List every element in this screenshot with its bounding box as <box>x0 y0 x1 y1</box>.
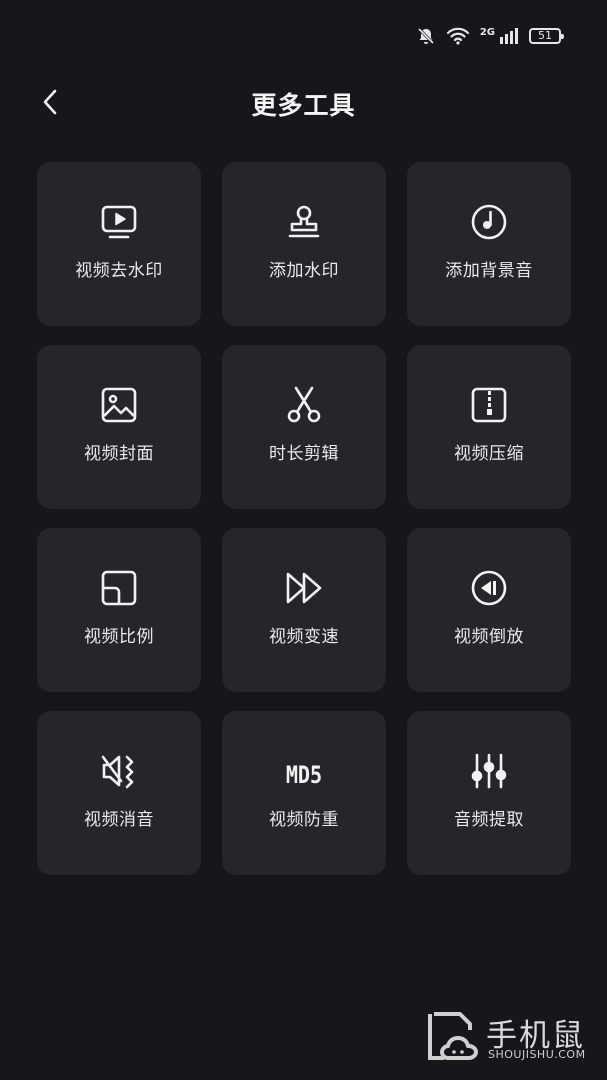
tool-label: 添加水印 <box>269 261 339 281</box>
tool-card-mute[interactable]: 视频消音 <box>37 711 201 875</box>
bell-muted-icon <box>417 27 434 45</box>
tool-card-audio-extract[interactable]: 音频提取 <box>407 711 571 875</box>
tool-label: 视频比例 <box>84 627 154 647</box>
battery-icon: 51 <box>529 28 564 44</box>
md5-icon-text: MD5 <box>286 761 322 789</box>
tool-card-remove-watermark[interactable]: 视频去水印 <box>37 162 201 326</box>
tool-label: 添加背景音 <box>445 261 533 281</box>
tool-label: 视频压缩 <box>454 444 524 464</box>
watermark-text-en: SHOUJISHU.COM <box>488 1048 586 1061</box>
tool-label: 视频消音 <box>84 810 154 830</box>
battery-level: 51 <box>538 29 552 42</box>
watermark-logo-icon <box>428 1012 478 1060</box>
tool-card-speed[interactable]: 视频变速 <box>222 528 386 692</box>
tool-label: 音频提取 <box>454 810 524 830</box>
page-title: 更多工具 <box>251 91 356 120</box>
tool-card-duration-trim[interactable]: 时长剪辑 <box>222 345 386 509</box>
mute-icon <box>99 751 139 791</box>
tool-card-video-compress[interactable]: 视频压缩 <box>407 345 571 509</box>
tool-label: 视频封面 <box>84 444 154 464</box>
rewind-icon <box>469 568 509 608</box>
music-disc-icon <box>469 202 509 242</box>
aspect-ratio-icon <box>99 568 139 608</box>
watermark: 手机鼠 SHOUJISHU.COM <box>424 1010 594 1066</box>
network-type-label: 2G <box>479 26 495 38</box>
tool-label: 视频变速 <box>269 627 339 647</box>
zip-icon <box>469 385 509 425</box>
stamp-icon <box>284 202 324 242</box>
tool-label: 视频防重 <box>269 810 339 830</box>
status-bar: 2G 51 <box>0 0 607 78</box>
header: 更多工具 <box>0 78 607 128</box>
tool-card-add-bgm[interactable]: 添加背景音 <box>407 162 571 326</box>
scissors-icon <box>284 385 324 425</box>
equalizer-icon <box>469 751 509 791</box>
md5-icon: MD5 <box>284 751 324 791</box>
tool-label: 时长剪辑 <box>269 444 339 464</box>
fast-forward-icon <box>284 568 324 608</box>
tool-card-aspect-ratio[interactable]: 视频比例 <box>37 528 201 692</box>
tool-card-reverse[interactable]: 视频倒放 <box>407 528 571 692</box>
tool-card-anti-duplicate[interactable]: MD5 视频防重 <box>222 711 386 875</box>
signal-icon <box>500 28 518 44</box>
tool-card-add-watermark[interactable]: 添加水印 <box>222 162 386 326</box>
tool-label: 视频倒放 <box>454 627 524 647</box>
video-play-icon <box>99 202 139 242</box>
tool-card-video-cover[interactable]: 视频封面 <box>37 345 201 509</box>
tool-label: 视频去水印 <box>75 261 163 281</box>
wifi-icon <box>446 27 469 45</box>
tool-grid: 视频去水印 添加水印 添加背景音 视频封面 时长剪辑 视频压缩 视频比例 视频变… <box>37 162 571 875</box>
image-icon <box>99 385 139 425</box>
